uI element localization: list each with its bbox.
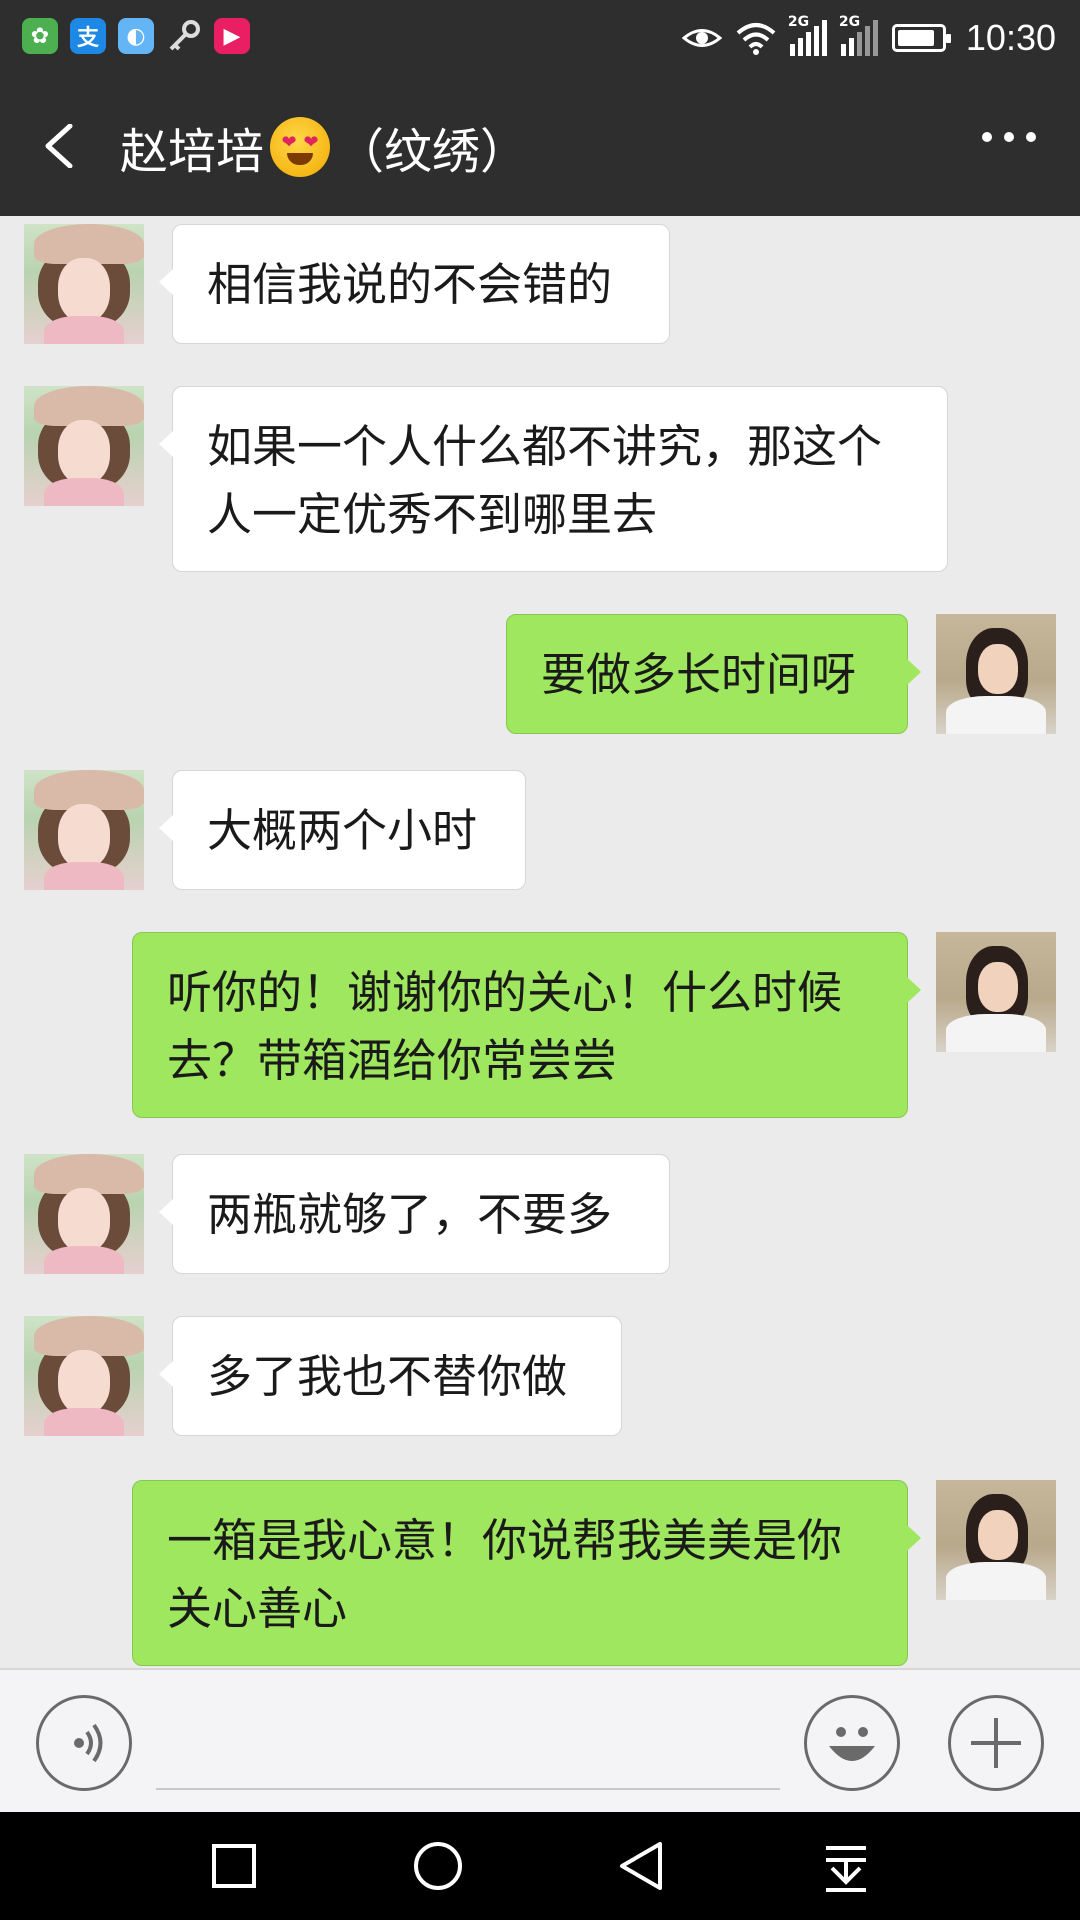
alipay-icon: 支: [70, 18, 106, 54]
notification-icons: ✿ 支 ◐ ▶: [22, 18, 250, 54]
message-bubble-outgoing[interactable]: 听你的！谢谢你的关心！什么时候 去？带箱酒给你常尝尝: [132, 932, 921, 1118]
more-options-icon[interactable]: [982, 132, 1036, 142]
message-bubble-incoming[interactable]: 两瓶就够了，不要多: [159, 1154, 670, 1274]
message-bubble-incoming[interactable]: 大概两个小时: [159, 770, 526, 890]
heart-eyes-emoji-icon: ❤ ❤: [270, 117, 331, 177]
my-avatar[interactable]: [936, 1480, 1056, 1600]
back-nav-icon[interactable]: [610, 1834, 674, 1898]
clock: 10:30: [965, 17, 1056, 58]
contact-avatar[interactable]: [24, 1316, 144, 1436]
contact-avatar[interactable]: [24, 386, 144, 506]
message-text: 相信我说的不会错的: [207, 258, 613, 311]
my-avatar[interactable]: [936, 932, 1056, 1052]
message-text: 人一定优秀不到哪里去: [207, 488, 658, 541]
chat-title: 赵培培 ❤ ❤ （纹绣）: [120, 112, 528, 182]
message-text: 听你的！谢谢你的关心！什么时候: [167, 966, 843, 1019]
emoji-icon: [829, 1727, 875, 1761]
contact-note: （纹绣）: [336, 124, 529, 180]
voice-icon: [74, 1723, 103, 1763]
message-text: 关心善心: [167, 1582, 348, 1635]
network-type-1: 2G: [787, 14, 810, 30]
input-bar: [0, 1668, 1080, 1812]
message-bubble-incoming[interactable]: 如果一个人什么都不讲究，那这个 人一定优秀不到哪里去: [159, 386, 948, 572]
contact-avatar[interactable]: [24, 224, 144, 344]
emoji-button[interactable]: [804, 1695, 900, 1791]
back-arrow-icon[interactable]: [40, 124, 84, 168]
plus-icon: [971, 1718, 1021, 1768]
app-icon-blue: ◐: [118, 18, 154, 54]
network-type-2: 2G: [838, 14, 861, 30]
my-avatar[interactable]: [936, 614, 1056, 734]
message-bubble-outgoing[interactable]: 要做多长时间呀: [506, 614, 921, 734]
app-icon-green: ✿: [22, 18, 58, 54]
contact-name: 赵培培: [120, 124, 265, 180]
recent-apps-icon[interactable]: [202, 1834, 266, 1898]
contact-avatar[interactable]: [24, 1154, 144, 1274]
message-text: 去？带箱酒给你常尝尝: [167, 1034, 618, 1087]
message-text: 两瓶就够了，不要多: [207, 1188, 613, 1241]
chat-header: 赵培培 ❤ ❤ （纹绣）: [0, 76, 1080, 216]
system-nav-bar: [0, 1812, 1080, 1920]
home-icon[interactable]: [406, 1834, 470, 1898]
message-text: 要做多长时间呀: [541, 648, 857, 701]
notification-pull-icon[interactable]: [814, 1834, 878, 1898]
signal-icon-2: 2G: [839, 14, 878, 56]
voice-input-button[interactable]: [36, 1695, 132, 1791]
video-app-icon: ▶: [214, 18, 250, 54]
message-bubble-incoming[interactable]: 多了我也不替你做: [159, 1316, 622, 1436]
contact-avatar[interactable]: [24, 770, 144, 890]
message-text: 多了我也不替你做: [207, 1350, 568, 1403]
more-functions-button[interactable]: [948, 1695, 1044, 1791]
message-text: 如果一个人什么都不讲究，那这个: [207, 420, 883, 473]
signal-icon-1: 2G: [788, 14, 827, 56]
battery-icon: [891, 24, 951, 52]
message-text: 一箱是我心意！你说帮我美美是你: [167, 1514, 843, 1567]
message-bubble-outgoing[interactable]: 一箱是我心意！你说帮我美美是你 关心善心: [132, 1480, 921, 1666]
wifi-icon: [736, 23, 776, 55]
message-text: 大概两个小时: [207, 804, 478, 857]
status-bar: ✿ 支 ◐ ▶ 2G 2G 10:30: [0, 0, 1080, 76]
message-input[interactable]: [156, 1788, 780, 1790]
eye-icon: [681, 29, 722, 47]
message-bubble-incoming[interactable]: 相信我说的不会错的: [159, 224, 670, 344]
key-icon: [166, 18, 202, 54]
